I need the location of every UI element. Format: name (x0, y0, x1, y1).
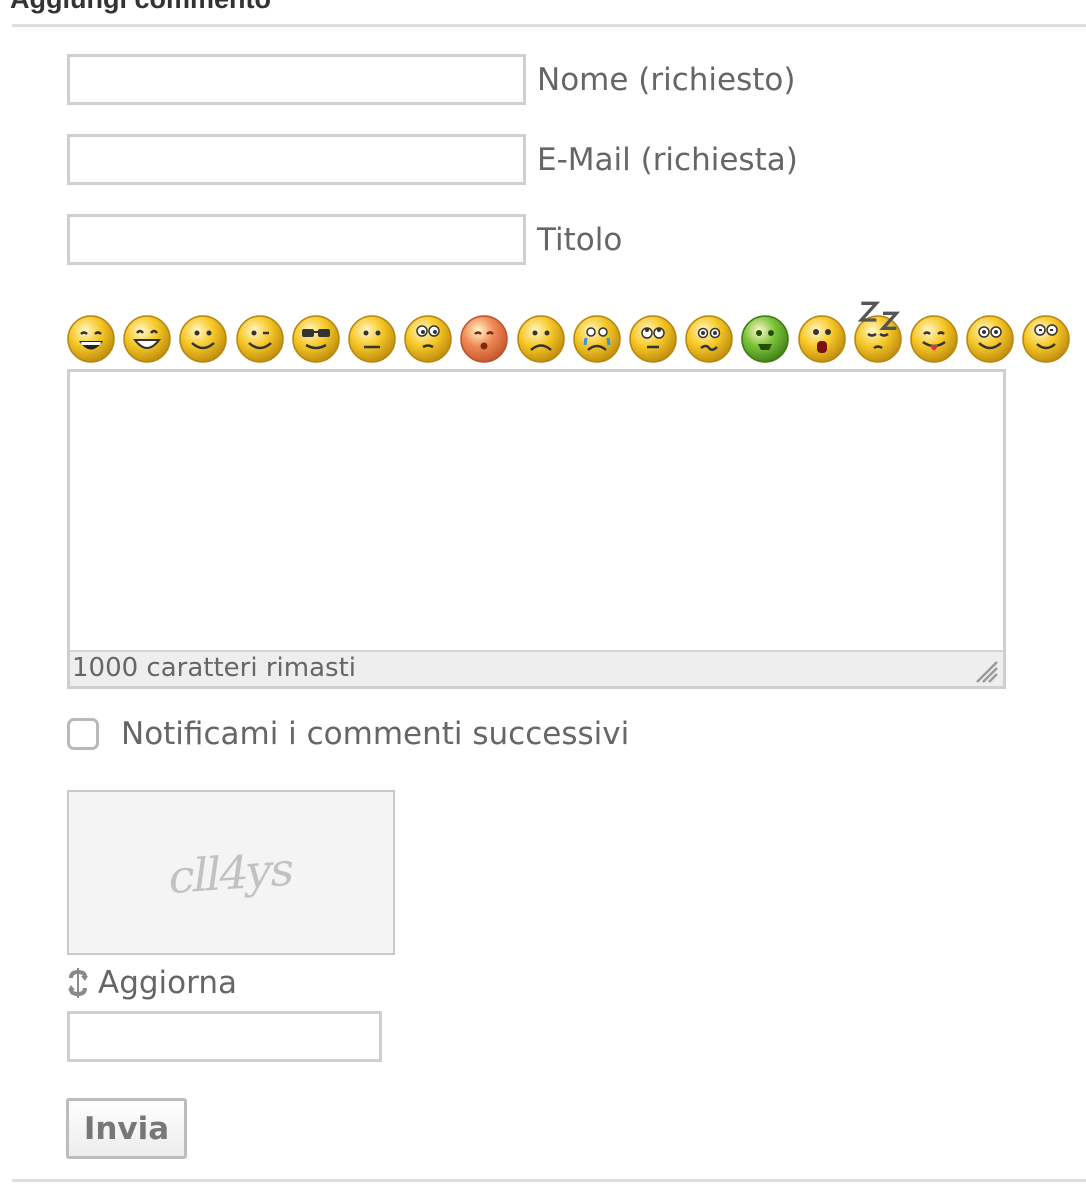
email-input[interactable] (67, 134, 526, 185)
smiley-cool-icon[interactable] (291, 314, 341, 364)
captcha-refresh-link[interactable]: Aggiorna (66, 965, 237, 1001)
smiley-wink-icon[interactable] (235, 314, 285, 364)
smiley-shocked-icon[interactable] (797, 314, 847, 364)
title-row: Titolo (67, 214, 622, 265)
bottom-divider (12, 1179, 1086, 1182)
smiley-sleeping-icon[interactable] (853, 301, 903, 364)
comment-editor: 1000 caratteri rimasti (67, 369, 1006, 689)
smiley-winking-eyes-icon[interactable] (1021, 314, 1071, 364)
refresh-label: Aggiorna (98, 965, 237, 1001)
captcha-input[interactable] (67, 1011, 382, 1062)
smiley-sad-icon[interactable] (516, 314, 566, 364)
section-heading: Aggiungi commento (10, 0, 271, 15)
name-row: Nome (richiesto) (67, 54, 795, 105)
smiley-tongue-icon[interactable] (909, 314, 959, 364)
smiley-blush-icon[interactable] (459, 314, 509, 364)
email-row: E-Mail (richiesta) (67, 134, 798, 185)
smiley-toolbar (66, 292, 1076, 364)
title-input[interactable] (67, 214, 526, 265)
smiley-happy-eyes-icon[interactable] (965, 314, 1015, 364)
smiley-smile-icon[interactable] (178, 314, 228, 364)
notify-checkbox[interactable] (67, 718, 99, 750)
counter-bar: 1000 caratteri rimasti (70, 650, 1003, 686)
top-divider (12, 24, 1086, 27)
notify-row: Notificami i commenti successivi (67, 716, 629, 752)
smiley-neutral-icon[interactable] (347, 314, 397, 364)
submit-button[interactable]: Invia (66, 1098, 187, 1159)
refresh-icon (68, 968, 88, 998)
smiley-laughing-icon[interactable] (66, 314, 116, 364)
smiley-crying-icon[interactable] (572, 314, 622, 364)
smiley-thinking-icon[interactable] (403, 314, 453, 364)
captcha-image: cll4ys (67, 790, 395, 955)
zz-icon (858, 301, 901, 330)
captcha-text: cll4ys (165, 841, 297, 904)
smiley-confused-icon[interactable] (684, 314, 734, 364)
smiley-sick-icon[interactable] (740, 314, 790, 364)
title-label: Titolo (537, 221, 623, 258)
name-input[interactable] (67, 54, 526, 105)
comment-textarea[interactable] (70, 372, 1003, 651)
smiley-rolling-eyes-icon[interactable] (628, 314, 678, 364)
resize-grip-icon[interactable] (971, 656, 999, 684)
char-counter: 1000 caratteri rimasti (72, 653, 356, 683)
name-label: Nome (richiesto) (537, 61, 796, 98)
email-label: E-Mail (richiesta) (537, 141, 798, 178)
smiley-grin-icon[interactable] (122, 314, 172, 364)
notify-label: Notificami i commenti successivi (121, 716, 630, 752)
